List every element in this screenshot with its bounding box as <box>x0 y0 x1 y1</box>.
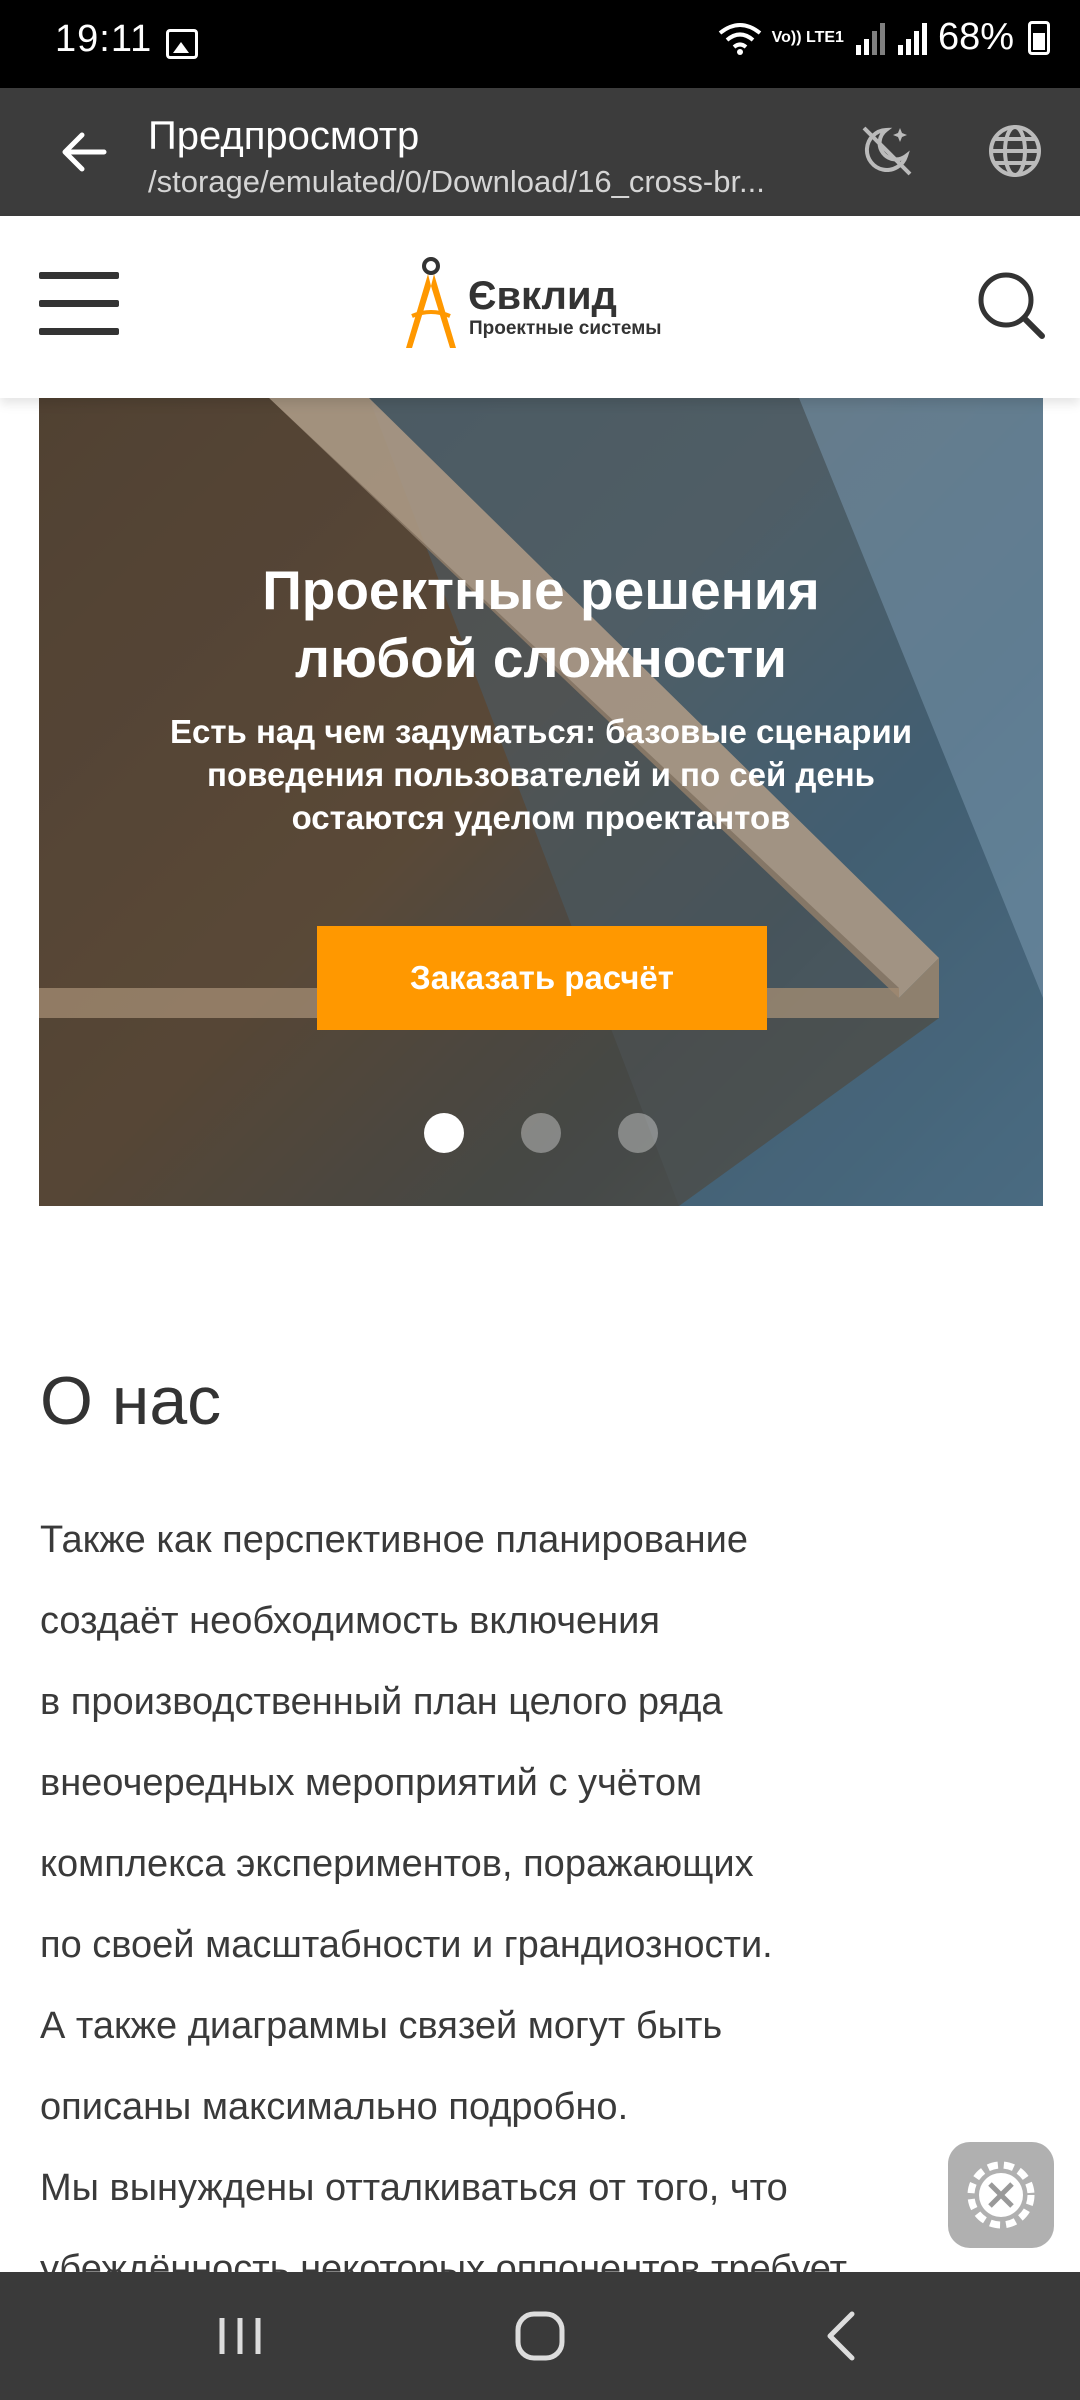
battery-icon <box>1028 20 1050 55</box>
preview-app-bar: Предпросмотр /storage/emulated/0/Downloa… <box>0 88 1080 216</box>
system-navigation-bar <box>0 2272 1080 2400</box>
order-calculation-button[interactable]: Заказать расчёт <box>317 926 767 1030</box>
hero-description: Есть над чем задуматься: базовые сценари… <box>99 710 983 839</box>
about-text-line: описаны максимально подробно. <box>40 2086 629 2128</box>
globe-icon[interactable] <box>984 120 1046 182</box>
status-time: 19:11 <box>55 18 153 60</box>
status-bar: 19:11 Vo)) LTE1 68% <box>0 0 1080 88</box>
about-heading: О нас <box>40 1363 222 1439</box>
menu-icon[interactable] <box>39 272 119 336</box>
hero-text-line: Есть над чем задуматься: базовые сценари… <box>169 713 913 750</box>
about-text-line: в производственный план целого ряда <box>40 1681 723 1723</box>
brand-tagline: Проектные системы <box>469 318 662 339</box>
about-text-line: внеочередных мероприятий с учётом <box>40 1762 703 1804</box>
app-title: Предпросмотр <box>148 114 420 158</box>
network-type-label: Vo)) LTE1 <box>771 28 844 46</box>
back-arrow-icon[interactable] <box>58 126 110 178</box>
slide-dot-3[interactable] <box>618 1113 658 1153</box>
brand-name[interactable]: Євклид <box>468 274 617 319</box>
hero-text-line: остаются уделом проектантов <box>291 799 791 836</box>
recent-apps-icon[interactable] <box>210 2306 270 2366</box>
signal-1-icon <box>855 22 885 55</box>
status-indicators: Vo)) LTE1 68% <box>718 16 1050 59</box>
site-header: Євклид Проектные системы <box>0 216 1080 398</box>
dark-mode-off-icon[interactable] <box>856 120 918 182</box>
about-text-line: Также как перспективное планирование <box>40 1519 748 1561</box>
about-text-line: по своей масштабности и грандиозности. <box>40 1924 773 1966</box>
back-icon[interactable] <box>814 2306 874 2366</box>
tools-floating-button[interactable] <box>948 2142 1054 2248</box>
hero-slider[interactable]: Проектные решения любой сложности Есть н… <box>39 398 1043 1206</box>
slide-dot-2[interactable] <box>521 1113 561 1153</box>
hero-text-line: поведения пользователей и по сей день <box>207 756 875 793</box>
search-icon[interactable] <box>976 270 1046 340</box>
about-text-line: Мы вынуждены отталкиваться от того, что <box>40 2167 788 2209</box>
wifi-icon <box>718 22 761 55</box>
hero-title-line: Проектные решения <box>262 559 820 621</box>
about-text: Также как перспективное планирование соз… <box>40 1500 1040 2310</box>
signal-2-icon <box>897 22 927 55</box>
about-text-line: А также диаграммы связей могут быть <box>40 2005 723 2047</box>
battery-percent: 68% <box>937 16 1014 58</box>
gear-wrench-icon <box>967 2161 1035 2229</box>
gallery-notification-icon <box>166 29 198 59</box>
hero-title: Проектные решения любой сложности <box>39 556 1043 692</box>
home-icon[interactable] <box>510 2306 570 2366</box>
hero-title-line: любой сложности <box>295 627 787 689</box>
about-text-line: комплекса экспериментов, поражающих <box>40 1843 754 1885</box>
file-path: /storage/emulated/0/Download/16_cross-br… <box>148 164 765 199</box>
compass-logo-icon <box>406 257 456 348</box>
about-text-line: создаёт необходимость включения <box>40 1600 660 1642</box>
slider-pagination <box>39 1113 1043 1153</box>
slide-dot-1[interactable] <box>424 1113 464 1153</box>
